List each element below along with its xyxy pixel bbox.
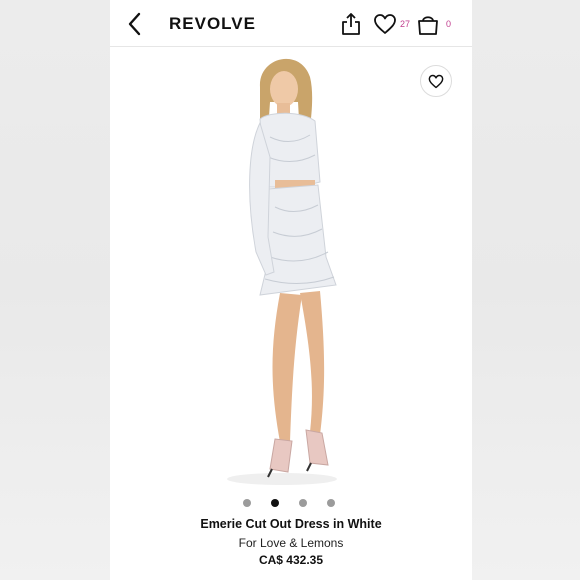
chevron-left-icon <box>128 12 141 36</box>
shopping-bag-button[interactable] <box>416 12 440 36</box>
share-icon <box>342 13 360 35</box>
product-designer[interactable]: For Love & Lemons <box>110 536 472 550</box>
product-price: CA$ 432.35 <box>258 553 324 567</box>
top-navigation-bar: REVOLVE 27 0 <box>110 0 472 47</box>
wishlist-button[interactable] <box>373 13 397 35</box>
background-right <box>472 0 580 580</box>
share-button[interactable] <box>340 12 362 36</box>
brand-logo[interactable]: REVOLVE <box>169 14 256 34</box>
product-title: Emerie Cut Out Dress in White <box>200 517 382 531</box>
carousel-dot[interactable] <box>299 499 307 507</box>
carousel-dot[interactable] <box>243 499 251 507</box>
wishlist-count-badge: 27 <box>400 19 411 29</box>
carousel-dot[interactable] <box>327 499 335 507</box>
favorite-button[interactable] <box>420 65 452 97</box>
rating-stars-partial <box>245 574 340 580</box>
carousel-pagination <box>243 499 343 509</box>
background-left <box>0 0 110 580</box>
product-image[interactable] <box>110 47 472 487</box>
back-button[interactable] <box>124 11 146 37</box>
heart-icon <box>428 74 444 88</box>
bag-count-badge: 0 <box>446 19 452 29</box>
carousel-dot[interactable] <box>271 499 279 507</box>
shopping-bag-icon <box>418 16 438 35</box>
app-screen: REVOLVE 27 0 Emerie Cut Out Dress in Whi… <box>110 0 472 580</box>
heart-icon <box>374 14 396 34</box>
